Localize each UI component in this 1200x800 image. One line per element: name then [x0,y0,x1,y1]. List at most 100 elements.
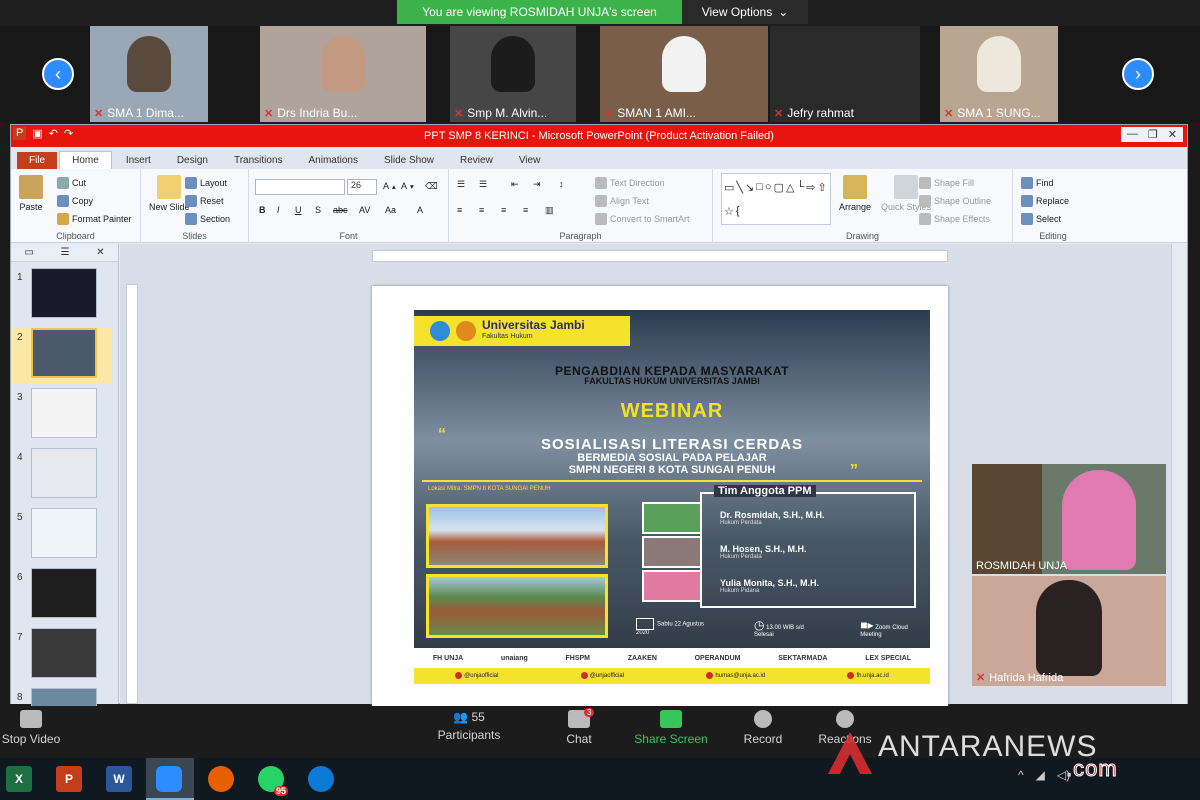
brace-shape-icon[interactable]: { [736,205,740,217]
new-slide-button[interactable]: New Slide [149,175,190,212]
format-painter-button[interactable]: Format Painter [57,213,132,225]
view-options-button[interactable]: View Options ⌄ [682,0,808,24]
bold-icon[interactable]: B [259,205,266,215]
side-video-hafrida[interactable]: ✕ Hafrida Hafrida [972,576,1166,686]
up-arrow-shape-icon[interactable]: ⇧ [817,181,826,194]
select-button[interactable]: Select [1021,213,1061,225]
elbow-connector-icon[interactable]: └ [796,181,804,193]
powerpoint-icon[interactable]: P [56,766,82,792]
line-shape-icon[interactable]: ╲ [736,181,743,194]
copy-button[interactable]: Copy [57,195,93,207]
share-screen-button[interactable]: Share Screen [626,710,716,746]
bullets-icon[interactable]: ☰ [457,179,465,190]
participant-tile[interactable]: ✕ SMAN 1 AMI... [600,26,768,122]
grow-font-icon[interactable]: A ▴ [383,181,396,191]
participant-tile[interactable]: ✕ SMA 1 SUNG... [940,26,1058,122]
shadow-icon[interactable]: S [315,205,321,215]
font-color-icon[interactable]: A [417,205,423,215]
tab-design[interactable]: Design [165,152,220,169]
find-button[interactable]: Find [1021,177,1054,189]
char-spacing-icon[interactable]: AV [359,205,370,215]
numbering-icon[interactable]: ☰ [479,179,487,190]
shape-fill-button[interactable]: Shape Fill [919,177,974,189]
close-icon[interactable]: ✕ [1168,128,1177,141]
slides-tab-icon[interactable]: ▭ [24,247,33,258]
star-shape-icon[interactable]: ☆ [724,205,734,218]
rounded-rect-shape-icon[interactable]: ▢ [774,181,784,194]
strikethrough-icon[interactable]: abc [333,205,348,215]
shapes-gallery[interactable]: ▭ ╲ ↘ □ ○ ▢ △ └ ⇨ ⇧ ☆{ [721,173,831,225]
shrink-font-icon[interactable]: A ▾ [401,181,414,191]
current-slide[interactable]: Universitas Jambi Fakultas Hukum PENGABD… [372,286,948,706]
prev-page-arrow-icon[interactable]: ‹ [42,58,74,90]
chat-button[interactable]: 3 Chat [534,708,624,746]
underline-icon[interactable]: U [295,205,302,215]
word-icon[interactable]: W [106,766,132,792]
tray-chevron-icon[interactable]: ^ [1018,768,1024,782]
arrow-line-shape-icon[interactable]: ↘ [745,181,754,194]
whatsapp-icon[interactable]: 95 [258,766,288,796]
stop-video-button[interactable]: Stop Video [0,710,76,746]
text-direction-button[interactable]: Text Direction [595,177,665,189]
oval-shape-icon[interactable]: ○ [765,181,772,193]
shape-effects-button[interactable]: Shape Effects [919,213,990,225]
align-left-icon[interactable]: ≡ [457,205,462,215]
rect-shape-icon[interactable]: □ [756,181,763,193]
font-name-field[interactable] [255,179,345,195]
font-size-field[interactable]: 26 [347,179,377,195]
slide-thumbnail[interactable]: 4 [11,448,111,504]
textbox-shape-icon[interactable]: ▭ [724,181,734,194]
participant-tile[interactable]: ✕ Smp M. Alvin... [450,26,576,122]
justify-icon[interactable]: ≡ [523,205,528,215]
participant-tile[interactable]: ✕ SMA 1 Dima... [90,26,208,122]
participant-tile[interactable]: ✕ Drs Indria Bu... [260,26,426,122]
tab-slide-show[interactable]: Slide Show [372,152,446,169]
change-case-icon[interactable]: Aa [385,205,396,215]
increase-indent-icon[interactable]: ⇥ [533,179,541,190]
slide-thumbnail[interactable]: 5 [11,508,111,564]
slide-thumbnail[interactable]: 6 [11,568,111,624]
slide-thumbnail[interactable]: 7 [11,628,111,684]
vertical-scrollbar[interactable] [1171,244,1187,704]
reset-button[interactable]: Reset [185,195,224,207]
columns-icon[interactable]: ▥ [545,205,554,216]
tab-home[interactable]: Home [59,151,112,169]
section-button[interactable]: Section [185,213,230,225]
tab-file[interactable]: File [17,152,58,169]
participant-tile[interactable]: ✕ Jefry rahmat [770,26,920,122]
tab-animations[interactable]: Animations [297,152,370,169]
tray-volume-icon[interactable]: ◁) [1057,768,1070,782]
excel-icon[interactable]: X [6,766,32,792]
save-icon[interactable]: ▣ [32,127,42,140]
redo-icon[interactable]: ↷ [64,127,73,140]
italic-icon[interactable]: I [277,205,280,215]
restore-icon[interactable]: ❐ [1148,128,1158,141]
edge-icon[interactable] [308,766,334,792]
side-video-rosmidah[interactable]: ROSMIDAH UNJA [972,464,1166,574]
align-text-button[interactable]: Align Text [595,195,649,207]
arrange-button[interactable]: Arrange [839,175,871,212]
zoom-icon[interactable] [156,766,182,792]
layout-button[interactable]: Layout [185,177,227,189]
line-spacing-icon[interactable]: ↕ [559,179,564,189]
participants-button[interactable]: 👥 55 Participants [424,710,514,742]
tab-review[interactable]: Review [448,152,505,169]
convert-smartart-button[interactable]: Convert to SmartArt [595,213,690,225]
slide-thumbnail[interactable]: 3 [11,388,111,444]
tab-view[interactable]: View [507,152,553,169]
tab-insert[interactable]: Insert [114,152,163,169]
shape-outline-button[interactable]: Shape Outline [919,195,991,207]
replace-button[interactable]: Replace [1021,195,1069,207]
undo-icon[interactable]: ↶ [49,127,58,140]
align-right-icon[interactable]: ≡ [501,205,506,215]
tab-transitions[interactable]: Transitions [222,152,295,169]
firefox-icon[interactable] [208,766,234,792]
tray-network-icon[interactable]: ◢ [1036,768,1045,782]
align-center-icon[interactable]: ≡ [479,205,484,215]
paste-button[interactable]: Paste [19,175,43,212]
decrease-indent-icon[interactable]: ⇤ [511,179,519,190]
slide-thumbnail[interactable]: 1 [11,268,111,324]
slide-thumbnail[interactable]: 2 [11,328,111,384]
next-page-arrow-icon[interactable]: › [1122,58,1154,90]
triangle-shape-icon[interactable]: △ [786,181,794,194]
